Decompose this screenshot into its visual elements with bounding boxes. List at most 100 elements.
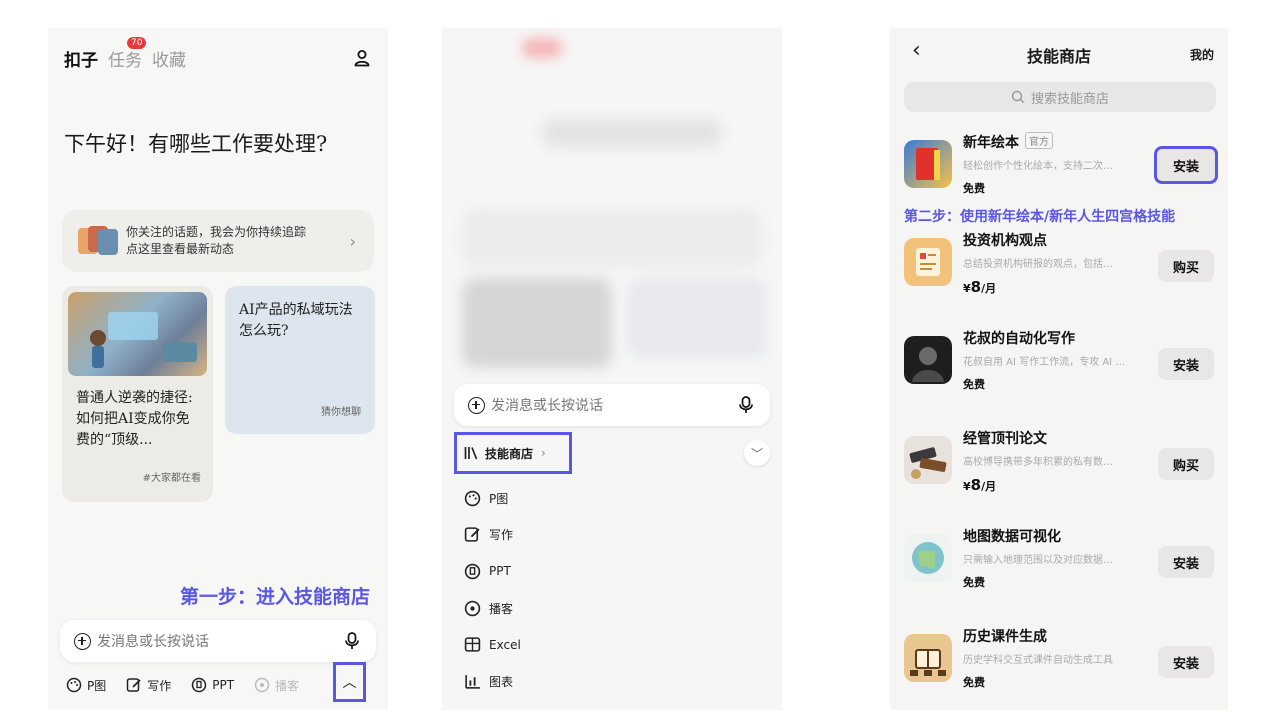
skill-description: 轻松创作个性化绘本，支持二次…	[963, 161, 1113, 172]
skill-store-button[interactable]: 技能商店 ›	[454, 432, 572, 474]
follow-card-text: 你关注的话题，我会为你持续追踪 点这里查看最新动态	[126, 224, 346, 258]
tool-podcast[interactable]: 播客	[254, 677, 299, 694]
tab-favorites[interactable]: 收藏	[152, 46, 186, 71]
skill-thumbnail	[904, 140, 952, 188]
chart-icon	[465, 674, 480, 689]
tool-ppt[interactable]: PPT	[191, 677, 234, 693]
message-input-bar[interactable]: 发消息或长按说话	[454, 384, 770, 426]
menu-item-label: 写作	[489, 528, 514, 543]
skill-name: 新年绘本 官方	[963, 132, 1053, 152]
report-icon	[916, 248, 940, 276]
question-title: AI产品的私域玩法怎么玩?	[239, 302, 353, 339]
menu-item-chart[interactable]: 图表	[464, 663, 521, 700]
add-circle-icon[interactable]	[74, 632, 91, 650]
ppt-icon	[464, 563, 481, 580]
skill-description: 历史学科交互式课件自动生成工具	[963, 655, 1113, 666]
quick-tools-bar: P图 写作 PPT 播客 ︿	[66, 662, 376, 702]
tool-p-image[interactable]: P图	[66, 677, 106, 694]
menu-item-label: 播客	[489, 601, 514, 616]
skill-price: 免费	[963, 576, 985, 589]
article-illustration	[68, 292, 207, 376]
tab-tasks[interactable]: 任务 70	[108, 35, 148, 71]
skill-price: 免费	[963, 378, 985, 391]
tab-tasks-label: 任务	[108, 50, 142, 71]
skill-price: ¥8/月	[963, 278, 996, 296]
skill-thumbnail	[904, 634, 952, 682]
task-count-badge: 70	[126, 35, 148, 50]
collapse-button[interactable]: ﹀	[744, 440, 770, 466]
skill-item[interactable]: 历史课件生成 历史学科交互式课件自动生成工具 免费 安装	[890, 622, 1228, 702]
chevron-right-icon: ›	[541, 446, 546, 460]
skill-name: 投资机构观点	[963, 233, 1047, 249]
library-icon	[464, 447, 478, 460]
price-symbol: ¥	[963, 282, 971, 295]
question-tag: 猜你想聊	[321, 407, 361, 418]
follow-topics-card[interactable]: 你关注的话题，我会为你持续追踪 点这里查看最新动态 ›	[62, 210, 374, 272]
skill-thumbnail	[904, 534, 952, 582]
skill-description: 只需输入地理范围以及对应数据…	[963, 555, 1113, 566]
top-tabs: 扣子 任务 70 收藏	[64, 35, 372, 72]
install-button[interactable]: 安装	[1158, 348, 1214, 380]
menu-item-ppt[interactable]: PPT	[464, 553, 521, 590]
chevron-down-icon: ﹀	[750, 446, 763, 461]
history-book-icon	[910, 649, 946, 676]
menu-item-podcast[interactable]: 播客	[464, 590, 521, 627]
buy-button[interactable]: 购买	[1158, 448, 1214, 480]
install-button[interactable]: 安装	[1158, 646, 1214, 678]
skill-item[interactable]: 投资机构观点 总结投资机构研报的观点，包括… ¥8/月 购买	[890, 226, 1228, 306]
install-button[interactable]: 安装	[1158, 546, 1214, 578]
microphone-icon[interactable]	[344, 632, 360, 650]
message-input-placeholder[interactable]: 发消息或长按说话	[97, 631, 209, 651]
microphone-icon[interactable]	[738, 396, 754, 414]
skill-item[interactable]: 地图数据可视化 只需输入地理范围以及对应数据… 免费 安装	[890, 522, 1228, 602]
skill-item[interactable]: 花叔的自动化写作 花叔自用 AI 写作工作流，专攻 AI … 免费 安装	[890, 324, 1228, 404]
menu-item-label: Excel	[489, 637, 521, 652]
follow-card-line1: 你关注的话题，我会为你持续追踪	[126, 225, 307, 239]
edit-icon	[464, 527, 480, 543]
skill-description: 总结投资机构研报的观点，包括…	[963, 259, 1113, 270]
user-icon[interactable]	[352, 48, 372, 68]
buy-button[interactable]: 购买	[1158, 250, 1214, 282]
search-icon	[1011, 90, 1024, 103]
skill-thumbnail	[904, 436, 952, 484]
menu-item-excel[interactable]: Excel	[464, 626, 521, 663]
search-input[interactable]: 搜索技能商店	[904, 82, 1216, 112]
menu-item-writing[interactable]: 写作	[464, 517, 521, 554]
tool-p-image-label: P图	[87, 678, 107, 693]
blurred-background	[442, 28, 782, 378]
message-input-placeholder[interactable]: 发消息或长按说话	[491, 395, 603, 415]
menu-item-p-image[interactable]: P图	[464, 480, 521, 517]
official-badge: 官方	[1025, 132, 1053, 149]
greeting-text: 下午好！有哪些工作要处理?	[64, 132, 328, 156]
expand-tools-button[interactable]: ︿	[333, 662, 366, 702]
skill-store-header: ‹ 技能商店 我的	[890, 36, 1228, 68]
tool-writing[interactable]: 写作	[126, 677, 171, 694]
palette-icon	[66, 677, 82, 693]
table-icon	[464, 637, 481, 652]
follow-card-line2: 点这里查看最新动态	[126, 242, 235, 256]
feed-card-question[interactable]: AI产品的私域玩法怎么玩? 猜你想聊	[225, 286, 375, 434]
price-unit: /月	[981, 480, 997, 493]
install-button[interactable]: 安装	[1154, 146, 1218, 184]
tool-podcast-label: 播客	[275, 678, 300, 693]
feed-card-article[interactable]: 普通人逆袭的捷径:如何把AI变成你免费的“顶级... #大家都在看	[62, 286, 213, 502]
skill-item[interactable]: 经管顶刊论文 高校博导携带多年积累的私有数… ¥8/月 购买	[890, 424, 1228, 504]
tool-writing-label: 写作	[147, 678, 172, 693]
step-two-annotation: 第二步：使用新年绘本/新年人生四宫格技能	[904, 209, 1176, 225]
mine-link[interactable]: 我的	[1190, 46, 1214, 63]
tab-kouzi[interactable]: 扣子	[64, 46, 98, 71]
skill-price: 免费	[963, 182, 985, 195]
skill-name: 地图数据可视化	[963, 529, 1061, 545]
globe-icon	[912, 542, 944, 574]
add-circle-icon[interactable]	[468, 396, 485, 414]
book-icon	[916, 148, 940, 180]
skill-price: ¥8/月	[963, 476, 996, 494]
price-value: 8	[970, 476, 982, 494]
skill-name: 经管顶刊论文	[963, 431, 1047, 447]
search-placeholder: 搜索技能商店	[1030, 91, 1109, 107]
message-input-bar[interactable]: 发消息或长按说话	[60, 620, 376, 662]
skill-item[interactable]: 新年绘本 官方 轻松创作个性化绘本，支持二次… 免费 安装	[890, 128, 1228, 208]
skill-price: 免费	[963, 676, 985, 689]
podcast-icon	[254, 677, 270, 693]
portrait-icon	[912, 347, 944, 382]
